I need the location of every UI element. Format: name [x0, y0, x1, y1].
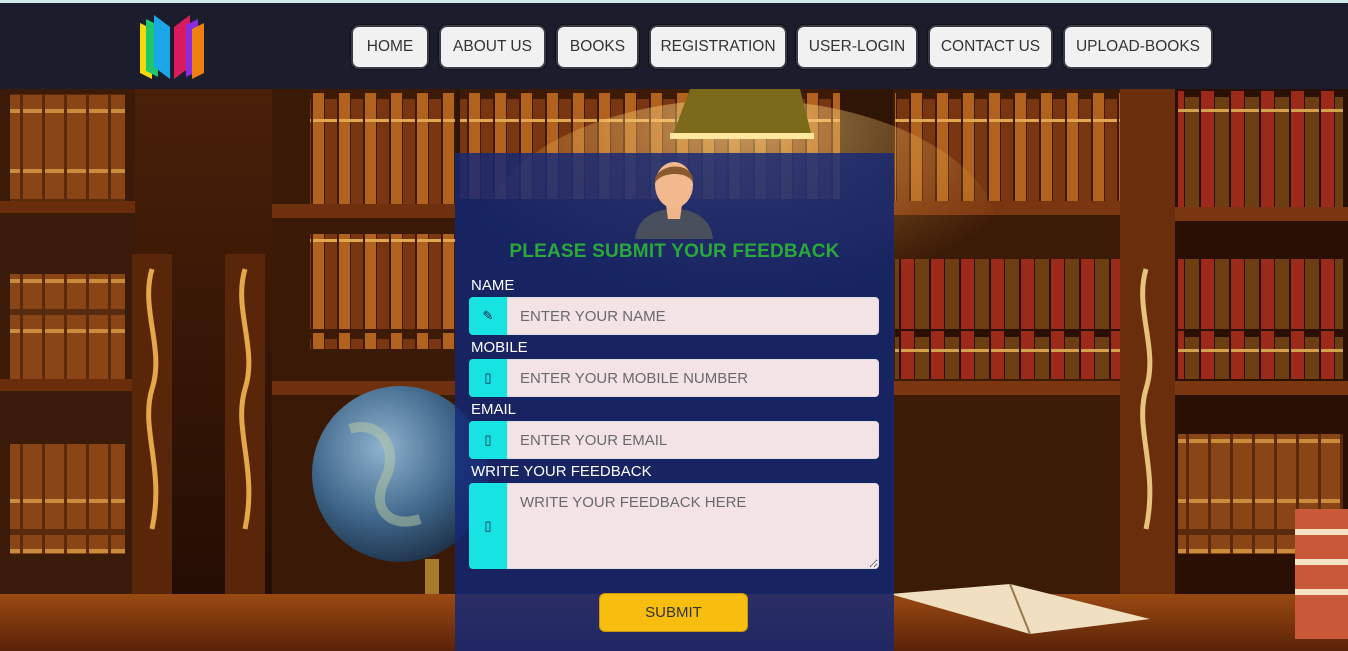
mobile-label: MOBILE — [471, 339, 528, 356]
submit-button[interactable]: SUBMIT — [599, 593, 748, 632]
mobile-input[interactable] — [507, 359, 879, 397]
feedback-label: WRITE YOUR FEEDBACK — [471, 463, 652, 480]
name-label: NAME — [471, 277, 515, 294]
pencil-icon: ✎ — [469, 297, 507, 335]
feedback-textarea[interactable] — [507, 483, 879, 569]
nav-contact-us-button[interactable]: CONTACT US — [928, 25, 1053, 69]
feedback-form-panel: PLEASE SUBMIT YOUR FEEDBACK NAME ✎ MOBIL… — [455, 153, 894, 651]
nav-user-login-button[interactable]: USER-LOGIN — [796, 25, 918, 69]
user-avatar-icon — [635, 162, 713, 239]
form-title: PLEASE SUBMIT YOUR FEEDBACK — [509, 241, 840, 262]
nav-upload-books-button[interactable]: UPLOAD-BOOKS — [1063, 25, 1213, 69]
comment-icon: ▯ — [469, 483, 507, 569]
phone-icon: ▯ — [469, 359, 507, 397]
books-logo-icon[interactable] — [136, 13, 208, 81]
envelope-icon: ▯ — [469, 421, 507, 459]
name-input[interactable] — [507, 297, 879, 335]
nav-about-us-button[interactable]: ABOUT US — [439, 25, 546, 69]
email-input[interactable] — [507, 421, 879, 459]
navbar: HOME ABOUT US BOOKS REGISTRATION USER-LO… — [0, 3, 1348, 89]
nav-home-button[interactable]: HOME — [351, 25, 429, 69]
nav-books-button[interactable]: BOOKS — [556, 25, 639, 69]
nav-registration-button[interactable]: REGISTRATION — [649, 25, 787, 69]
email-label: EMAIL — [471, 401, 517, 418]
